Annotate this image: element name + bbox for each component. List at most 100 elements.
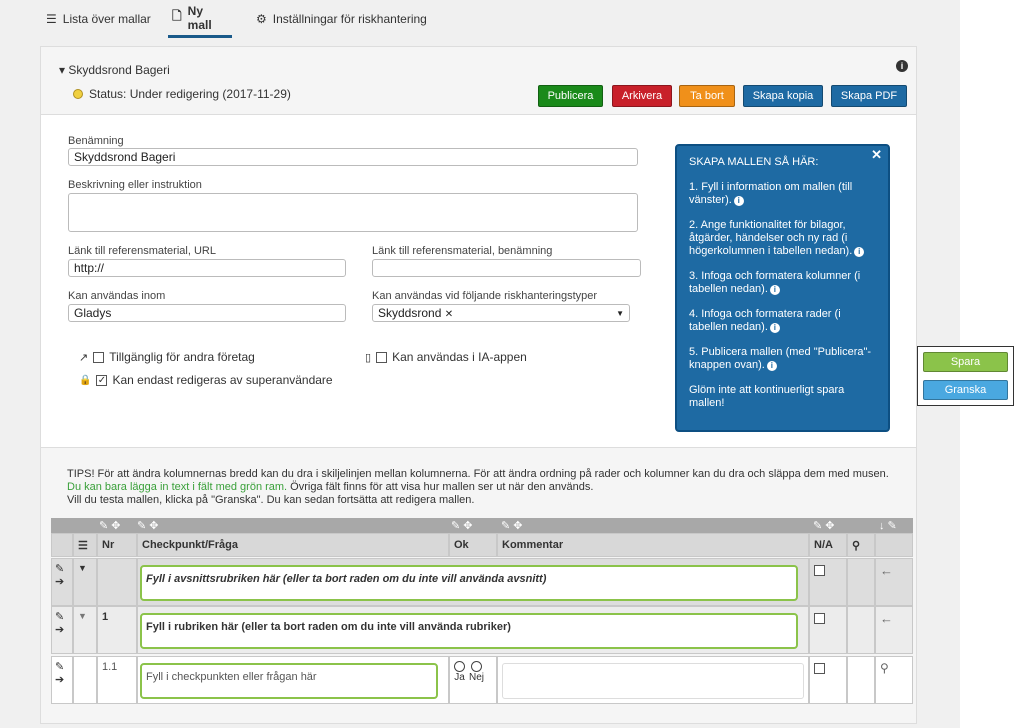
share-icon: ↗ bbox=[79, 351, 89, 364]
info-icon[interactable]: i bbox=[733, 196, 744, 206]
checkpoint-input[interactable]: Fyll i checkpunkten eller frågan här bbox=[140, 663, 438, 699]
template-card: ▾ Skyddsrond Bageri i Status: Under redi… bbox=[40, 46, 917, 724]
ok-cell: Ja Nej bbox=[449, 656, 497, 704]
tips-text: TIPS! För att ändra kolumnernas bredd ka… bbox=[67, 468, 889, 506]
na-checkbox[interactable] bbox=[814, 663, 825, 674]
heading-input[interactable]: Fyll i rubriken här (eller ta bort raden… bbox=[140, 613, 798, 649]
header-cell bbox=[875, 533, 913, 557]
checkpoint-cell: Fyll i checkpunkten eller frågan här bbox=[137, 656, 449, 704]
column-tools[interactable]: ✎ ✥ bbox=[501, 519, 541, 532]
header-cell bbox=[51, 533, 73, 557]
header-check: Checkpunkt/Fråga bbox=[137, 533, 449, 557]
tab-risk-settings[interactable]: ⚙ Inställningar för riskhantering bbox=[252, 0, 431, 38]
na-checkbox[interactable] bbox=[814, 613, 825, 624]
column-tools[interactable]: ✎ ✥ bbox=[137, 519, 177, 532]
list-icon: ☰ bbox=[73, 533, 97, 557]
ia-checkbox-row[interactable]: ▯ Kan användas i IA-appen bbox=[365, 350, 527, 364]
attach-cell bbox=[847, 606, 875, 654]
header-na: N/A bbox=[809, 533, 847, 557]
template-title[interactable]: ▾ Skyddsrond Bageri bbox=[59, 63, 170, 77]
section-input[interactable]: Fyll i avsnittsrubriken här (eller ta bo… bbox=[140, 565, 798, 601]
refname-label: Länk till referensmaterial, benämning bbox=[372, 245, 553, 257]
header-ok: Ok bbox=[449, 533, 497, 557]
save-button[interactable]: Spara bbox=[923, 352, 1008, 372]
comment-cell bbox=[497, 656, 809, 704]
archive-button[interactable]: Arkivera bbox=[612, 85, 672, 107]
risktype-label: Kan användas vid följande riskhanterings… bbox=[372, 290, 598, 302]
name-input[interactable]: Skyddsrond Bageri bbox=[68, 148, 638, 166]
header-comment: Kommentar bbox=[497, 533, 809, 557]
column-tools[interactable]: ✎ ✥ bbox=[99, 519, 133, 532]
na-cell bbox=[809, 558, 847, 606]
copy-button[interactable]: Skapa kopia bbox=[743, 85, 823, 107]
heading-cell: Fyll i rubriken här (eller ta bort raden… bbox=[137, 606, 809, 654]
tab-template-list[interactable]: ☰ Lista över mallar bbox=[42, 0, 155, 38]
column-tools[interactable]: ↓ ✎ bbox=[879, 519, 913, 532]
mobile-icon: ▯ bbox=[365, 351, 372, 364]
info-icon[interactable]: i bbox=[766, 361, 777, 371]
risktype-select[interactable]: Skyddsrond ✕ ▼ bbox=[372, 304, 630, 322]
gear-icon: ⚙ bbox=[256, 12, 267, 26]
status-dot-icon bbox=[73, 89, 83, 99]
empty-cell bbox=[73, 656, 97, 704]
review-button[interactable]: Granska bbox=[923, 380, 1008, 400]
pdf-button[interactable]: Skapa PDF bbox=[831, 85, 907, 107]
na-cell bbox=[809, 606, 847, 654]
ia-checkbox[interactable] bbox=[376, 351, 388, 363]
remove-tag-icon[interactable]: ✕ bbox=[445, 309, 453, 320]
status-text: Status: Under redigering (2017-11-29) bbox=[89, 87, 291, 101]
usable-input[interactable]: Gladys bbox=[68, 304, 346, 322]
header-nr: Nr bbox=[97, 533, 137, 557]
row-tools[interactable]: ✎ ➔ bbox=[51, 606, 73, 654]
super-checkbox-row[interactable]: 🔒 ✓ Kan endast redigeras av superanvända… bbox=[79, 373, 333, 387]
info-icon[interactable]: i bbox=[854, 247, 865, 257]
tab-new-template[interactable]: 🗋 Ny mall bbox=[168, 0, 232, 38]
refname-input[interactable] bbox=[372, 259, 641, 277]
risktype-tag: Skyddsrond bbox=[378, 306, 442, 320]
arrow-left-icon[interactable]: ← bbox=[875, 558, 913, 606]
info-icon[interactable]: i bbox=[896, 60, 908, 72]
list-icon: ☰ bbox=[46, 12, 57, 26]
help-box: ✕ SKAPA MALLEN SÅ HÄR: 1. Fyll i informa… bbox=[675, 144, 890, 432]
description-input[interactable] bbox=[68, 193, 638, 232]
comment-input bbox=[502, 663, 804, 699]
url-label: Länk till referensmaterial, URL bbox=[68, 245, 216, 257]
caret-down-icon[interactable]: ▼ bbox=[73, 606, 97, 654]
paperclip-icon: ⚲ bbox=[847, 533, 875, 557]
na-cell bbox=[809, 656, 847, 704]
row-tools[interactable]: ✎ ➔ bbox=[51, 558, 73, 606]
chevron-down-icon: ▼ bbox=[616, 308, 624, 318]
attach-cell bbox=[847, 558, 875, 606]
lock-icon: 🔒 bbox=[79, 374, 92, 386]
name-label: Benämning bbox=[68, 135, 124, 147]
available-checkbox[interactable] bbox=[93, 351, 105, 363]
column-tools[interactable]: ✎ ✥ bbox=[813, 519, 853, 532]
usable-label: Kan användas inom bbox=[68, 290, 166, 302]
info-icon[interactable]: i bbox=[769, 285, 780, 295]
nr-cell bbox=[97, 558, 137, 606]
url-input[interactable]: http:// bbox=[68, 259, 346, 277]
nr-cell: 1.1 bbox=[97, 656, 137, 704]
no-radio[interactable]: Nej bbox=[469, 661, 484, 683]
caret-down-icon: ▾ bbox=[59, 63, 66, 77]
column-tools[interactable]: ✎ ✥ bbox=[451, 519, 491, 532]
info-icon[interactable]: i bbox=[769, 323, 780, 333]
available-checkbox-row[interactable]: ↗ Tillgänglig för andra företag bbox=[79, 350, 255, 364]
arrow-left-icon[interactable]: ← bbox=[875, 606, 913, 654]
nr-cell: 1 bbox=[97, 606, 137, 654]
delete-button[interactable]: Ta bort bbox=[679, 85, 735, 107]
section-cell: Fyll i avsnittsrubriken här (eller ta bo… bbox=[137, 558, 809, 606]
side-panel: Spara Granska bbox=[917, 346, 1014, 406]
description-label: Beskrivning eller instruktion bbox=[68, 179, 202, 191]
attach-cell bbox=[847, 656, 875, 704]
super-checkbox[interactable]: ✓ bbox=[96, 374, 108, 386]
yes-radio[interactable]: Ja bbox=[454, 661, 465, 683]
na-checkbox[interactable] bbox=[814, 565, 825, 576]
publish-button[interactable]: Publicera bbox=[538, 85, 603, 107]
document-icon: 🗋 bbox=[172, 9, 182, 23]
row-tools[interactable]: ✎ ➔ bbox=[51, 656, 73, 704]
caret-down-icon[interactable]: ▼ bbox=[73, 558, 97, 606]
template-header: ▾ Skyddsrond Bageri i Status: Under redi… bbox=[41, 47, 916, 115]
paperclip-icon[interactable]: ⚲ bbox=[875, 656, 913, 704]
close-icon[interactable]: ✕ bbox=[871, 148, 882, 161]
